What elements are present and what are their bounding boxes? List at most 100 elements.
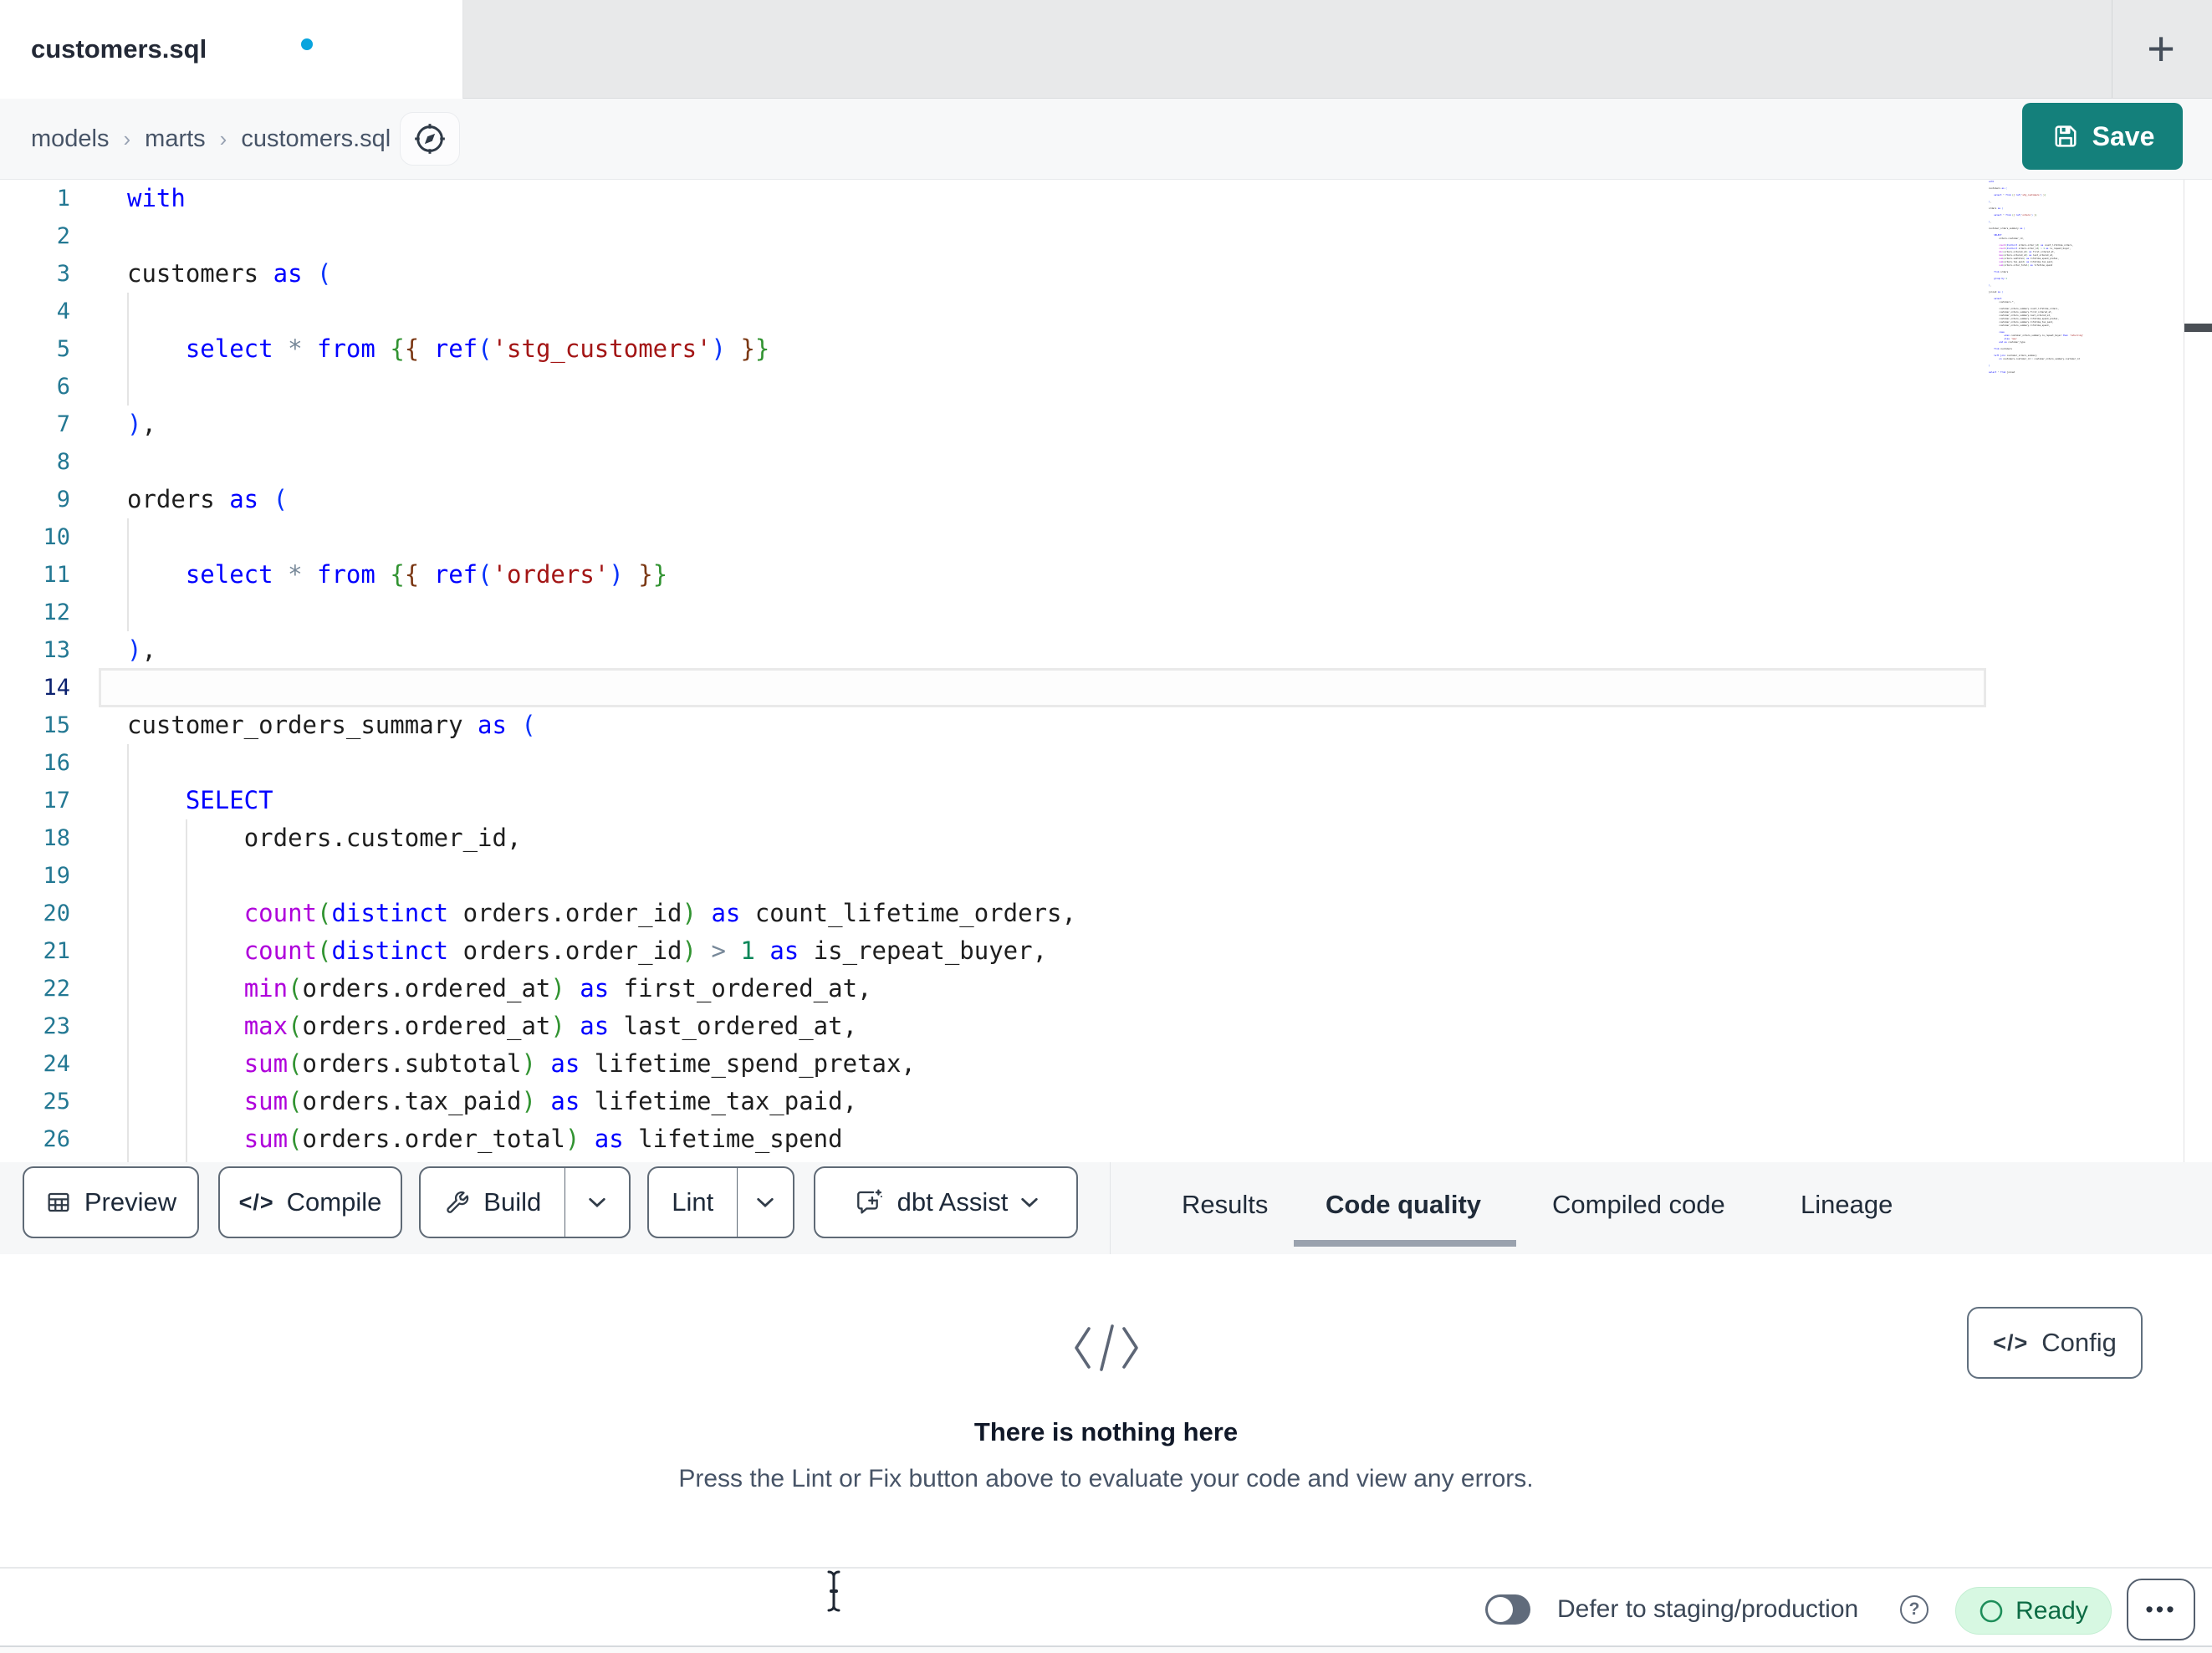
code-line-16[interactable] [127,744,1193,782]
line-number-14: 14 [43,675,70,701]
assist-label: dbt Assist [897,1187,1009,1217]
code-quality-panel: There is nothing here Press the Lint or … [0,1254,2212,1569]
build-button[interactable]: Build [421,1168,564,1237]
code-line-15[interactable]: customer_orders_summary as ( [127,707,1193,744]
window-bottom-edge [0,1645,2212,1653]
lint-options-button[interactable] [738,1168,793,1237]
build-label: Build [483,1187,542,1217]
tab-customers-sql[interactable]: customers.sql [0,0,463,99]
code-line-25[interactable]: sum(orders.tax_paid) as lifetime_tax_pai… [127,1083,1193,1120]
empty-state-subtitle: Press the Lint or Fix button above to ev… [678,1465,1534,1492]
code-line-24[interactable]: sum(orders.subtotal) as lifetime_spend_p… [127,1045,1193,1083]
code-line-5[interactable]: select * from {{ ref('stg_customers') }} [127,330,1193,368]
help-icon[interactable]: ? [1900,1595,1928,1624]
code-line-17[interactable]: SELECT [127,782,1193,819]
compile-label: Compile [286,1187,382,1217]
tab-lineage[interactable]: Lineage [1801,1162,1893,1247]
chevron-down-icon [1021,1197,1039,1207]
minimap[interactable]: with customers as ( select * from {{ ref… [1989,180,2184,393]
line-number-gutter: 1 2 3 4 5 6 7 8 9 10 11 12 13 14 15 16 17 18 19 20 21 22 23 24 2… [0,180,70,1162]
table-grid-icon [48,1192,69,1212]
build-split-button: Build [419,1166,631,1238]
status-bar: Defer to staging/production ? Ready ••• [0,1569,2212,1645]
line-number-12: 12 [43,599,70,625]
line-number-18: 18 [43,825,70,851]
breadcrumb-marts[interactable]: marts [145,125,206,153]
code-line-9[interactable]: orders as ( [127,481,1193,518]
line-number-6: 6 [56,374,70,400]
compile-button[interactable]: </> Compile [218,1166,402,1238]
code-editor[interactable]: 1 2 3 4 5 6 7 8 9 10 11 12 13 14 15 16 17 18 19 20 21 22 23 24 2… [0,180,2212,1162]
code-line-12[interactable] [127,594,1193,631]
line-number-22: 22 [43,976,70,1002]
dbt-assist-button[interactable]: dbt Assist [814,1166,1078,1238]
active-tab-underline [1294,1240,1516,1247]
wrench-icon [447,1191,469,1213]
question-mark-glyph: ? [1908,1599,1920,1619]
compass-icon [415,124,445,154]
chevron-right-icon: › [219,125,227,151]
tab-lineage-label: Lineage [1801,1190,1893,1219]
preview-button[interactable]: Preview [23,1166,199,1238]
line-number-1: 1 [56,186,70,212]
breadcrumb-models[interactable]: models [31,125,110,153]
new-tab-button[interactable]: + [2129,15,2193,82]
code-line-23[interactable]: max(orders.ordered_at) as last_ordered_a… [127,1008,1193,1045]
code-brackets-empty-icon [1075,1324,1138,1371]
assist-chat-sparkle-icon [856,1189,882,1214]
code-line-7[interactable]: ), [127,406,1193,443]
code-line-1[interactable]: with [127,180,1193,217]
line-number-7: 7 [56,411,70,437]
explore-lineage-button[interactable] [400,112,460,166]
tab-compiled-code[interactable]: Compiled code [1552,1162,1725,1247]
tab-code-quality-label: Code quality [1326,1190,1482,1219]
code-line-2[interactable] [127,217,1193,255]
more-options-button[interactable]: ••• [2127,1579,2195,1640]
unsaved-changes-dot-icon [301,38,313,50]
editor-tab-bar: customers.sql + [0,0,2212,99]
tab-results[interactable]: Results [1182,1162,1268,1247]
tab-code-quality[interactable]: Code quality [1326,1162,1481,1247]
line-number-4: 4 [56,298,70,324]
code-line-19[interactable] [127,857,1193,895]
line-number-13: 13 [43,637,70,663]
empty-state-title: There is nothing here [973,1417,1239,1446]
minimap-content: with customers as ( select * from {{ ref… [1989,180,2084,374]
lint-button[interactable]: Lint [649,1168,737,1237]
chevron-right-icon: › [123,125,131,151]
ready-status-badge[interactable]: Ready [1955,1587,2112,1635]
code-line-18[interactable]: orders.customer_id, [127,819,1193,857]
plus-icon: + [2147,21,2175,76]
preview-label: Preview [84,1187,177,1217]
code-line-4[interactable] [127,293,1193,330]
code-line-8[interactable] [127,443,1193,481]
code-line-6[interactable] [127,368,1193,406]
code-content[interactable]: with customers as ( select * from {{ ref… [127,180,1193,1162]
code-line-10[interactable] [127,518,1193,556]
toggle-knob [1488,1597,1513,1622]
line-number-20: 20 [43,900,70,926]
code-line-11[interactable]: select * from {{ ref('orders') }} [127,556,1193,594]
ready-label: Ready [2015,1596,2088,1625]
code-line-14[interactable] [127,669,1193,707]
line-number-19: 19 [43,863,70,889]
save-button[interactable]: Save [2022,103,2183,170]
code-line-21[interactable]: count(distinct orders.order_id) > 1 as i… [127,932,1193,970]
code-line-22[interactable]: min(orders.ordered_at) as first_ordered_… [127,970,1193,1008]
chevron-down-icon [589,1197,605,1207]
breadcrumb: models › marts › customers.sql [31,99,391,179]
overview-ruler-cursor-marker[interactable] [2184,324,2212,332]
defer-toggle[interactable] [1485,1594,1530,1625]
tab-compiled-code-label: Compiled code [1552,1190,1725,1219]
code-brackets-icon: </> [1993,1329,2029,1355]
build-options-button[interactable] [565,1168,629,1237]
breadcrumb-file[interactable]: customers.sql [241,125,391,153]
code-line-26[interactable]: sum(orders.order_total) as lifetime_spen… [127,1120,1193,1158]
code-line-20[interactable]: count(distinct orders.order_id) as count… [127,895,1193,932]
breadcrumb-bar: models › marts › customers.sql Save [0,99,2212,180]
code-line-13[interactable]: ), [127,631,1193,669]
chevron-down-icon [757,1197,774,1207]
line-number-15: 15 [43,712,70,738]
code-line-3[interactable]: customers as ( [127,255,1193,293]
config-button[interactable]: </> Config [1967,1307,2143,1379]
